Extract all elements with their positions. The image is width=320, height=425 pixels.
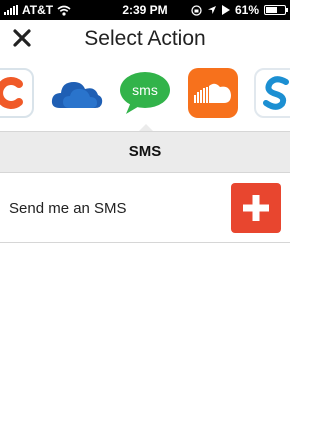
play-icon xyxy=(221,5,230,15)
status-bar: AT&T 2:39 PM 61% xyxy=(0,0,290,20)
battery-icon xyxy=(264,5,288,15)
plus-icon xyxy=(243,195,269,221)
channel-cloud-drive[interactable] xyxy=(50,68,103,118)
c-app-icon xyxy=(0,77,23,109)
channel-s-app[interactable] xyxy=(254,68,290,118)
channel-carousel[interactable]: sms xyxy=(0,58,290,130)
battery-percent: 61% xyxy=(234,3,259,17)
s-app-icon xyxy=(263,76,289,110)
action-row[interactable]: Send me an SMS xyxy=(0,173,290,243)
channel-soundcloud[interactable] xyxy=(188,68,238,118)
section-header: SMS xyxy=(0,131,290,173)
selection-pointer xyxy=(139,124,153,131)
cloud-drive-icon xyxy=(51,82,103,108)
add-action-button[interactable] xyxy=(231,183,281,233)
channel-sms[interactable]: sms xyxy=(119,68,170,118)
page-title: Select Action xyxy=(84,27,206,50)
nav-bar: Select Action xyxy=(0,20,290,58)
sms-icon-label: sms xyxy=(132,82,158,98)
location-icon xyxy=(207,6,216,14)
action-label: Send me an SMS xyxy=(9,200,127,217)
channel-c-app[interactable] xyxy=(0,68,34,118)
rotation-lock-icon xyxy=(191,4,202,16)
soundcloud-icon xyxy=(194,83,231,103)
sms-icon: sms xyxy=(120,72,170,114)
